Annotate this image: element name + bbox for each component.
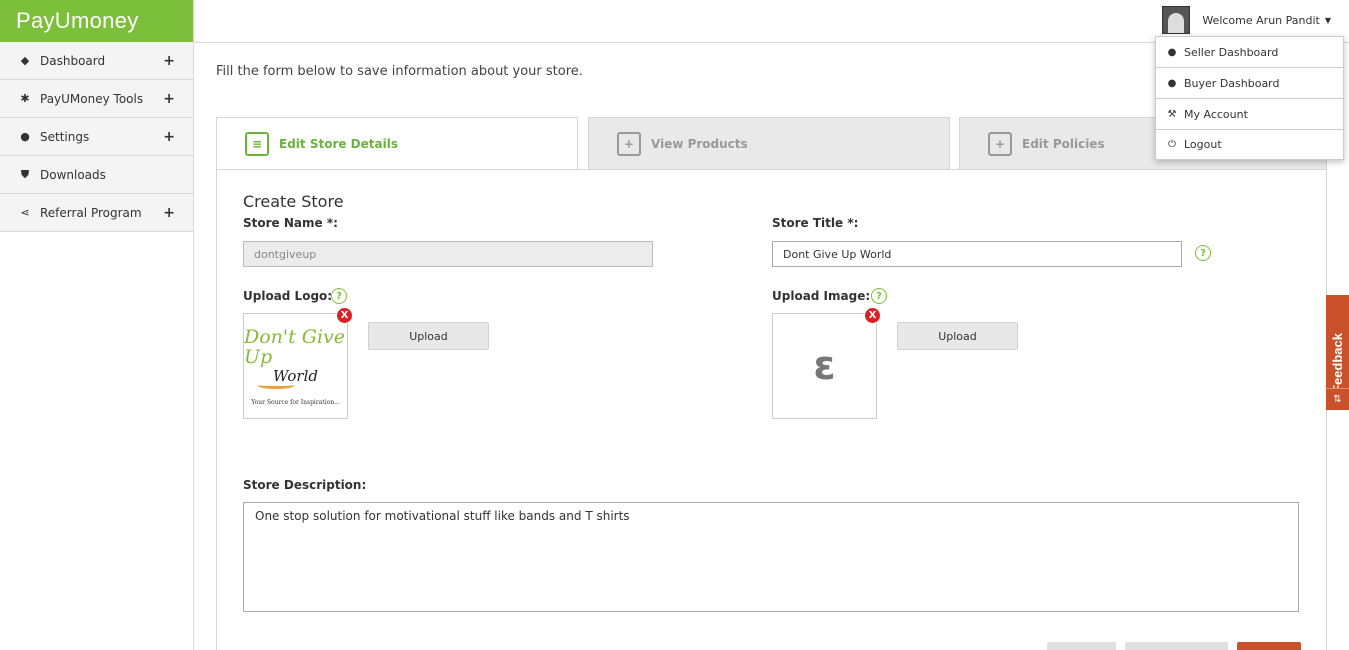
user-dropdown-menu: ● Seller Dashboard ● Buyer Dashboard ⚒ M… bbox=[1155, 36, 1344, 160]
avatar[interactable] bbox=[1162, 6, 1191, 34]
expand-icon[interactable]: + bbox=[163, 91, 175, 107]
store-name-input[interactable] bbox=[243, 241, 653, 267]
sidebar-item-downloads[interactable]: ⛊ Downloads bbox=[0, 156, 193, 194]
menu-item-seller-dashboard[interactable]: ● Seller Dashboard bbox=[1156, 37, 1343, 68]
menu-item-label: Logout bbox=[1184, 138, 1222, 151]
menu-item-my-account[interactable]: ⚒ My Account bbox=[1156, 99, 1343, 130]
tag-icon: ◆ bbox=[20, 54, 30, 67]
expand-icon[interactable]: + bbox=[163, 129, 175, 145]
action-button-1[interactable] bbox=[1047, 642, 1116, 650]
intro-text: Fill the form below to save information … bbox=[216, 64, 583, 79]
image-preview: ε bbox=[772, 313, 877, 419]
tab-edit-store-details[interactable]: ≡ Edit Store Details bbox=[216, 117, 578, 171]
logo-preview: Don't Give Up World Your Source for Insp… bbox=[243, 313, 348, 419]
action-button-primary[interactable] bbox=[1237, 642, 1301, 650]
upload-logo-label: Upload Logo: bbox=[243, 289, 333, 303]
logo-swoosh-graphic bbox=[256, 381, 295, 389]
store-name-label: Store Name *: bbox=[243, 216, 338, 230]
upload-logo-button[interactable]: Upload bbox=[368, 322, 489, 350]
seller-icon: ● bbox=[1167, 46, 1177, 58]
feedback-settings-icon[interactable]: ⇅ bbox=[1326, 388, 1349, 410]
caret-down-icon: ▼ bbox=[1324, 15, 1331, 25]
share-icon: ⋖ bbox=[20, 206, 30, 219]
power-icon: ⏻ bbox=[1168, 139, 1176, 150]
payumoney-logo[interactable]: PayU money bbox=[0, 0, 193, 42]
sidebar-item-label: Downloads bbox=[40, 167, 106, 182]
store-title-input[interactable] bbox=[772, 241, 1182, 267]
sidebar-item-dashboard[interactable]: ◆ Dashboard + bbox=[0, 42, 193, 80]
tab-label: Edit Policies bbox=[1022, 136, 1105, 151]
store-form-panel: Create Store Store Name *: Store Title *… bbox=[216, 169, 1327, 650]
document-icon: + bbox=[988, 131, 1012, 156]
sidebar-item-payumoney-tools[interactable]: ✱ PayUMoney Tools + bbox=[0, 80, 193, 118]
store-description-label: Store Description: bbox=[243, 478, 367, 492]
store-description-textarea[interactable]: One stop solution for motivational stuff… bbox=[243, 502, 1299, 612]
sidebar-item-label: Referral Program bbox=[40, 205, 142, 220]
logo-text-a: PayU bbox=[16, 8, 71, 33]
help-icon[interactable]: ? bbox=[331, 288, 347, 304]
tab-label: Edit Store Details bbox=[279, 137, 398, 151]
menu-item-label: Buyer Dashboard bbox=[1184, 76, 1280, 90]
tab-label: View Products bbox=[651, 136, 748, 151]
image-placeholder-icon: ε bbox=[813, 343, 836, 389]
upload-image-label: Upload Image: bbox=[772, 289, 871, 303]
remove-logo-icon[interactable]: X bbox=[336, 307, 353, 324]
help-icon[interactable]: ? bbox=[1195, 245, 1211, 261]
wrench-icon: ⚒ bbox=[1167, 108, 1177, 120]
menu-item-logout[interactable]: ⏻ Logout bbox=[1156, 130, 1343, 159]
logo-preview-line1: Don't Give Up bbox=[244, 325, 346, 368]
menu-item-label: My Account bbox=[1184, 107, 1248, 121]
cart-icon: + bbox=[617, 131, 641, 156]
store-title-label: Store Title *: bbox=[772, 216, 859, 230]
shield-icon: ⛊ bbox=[20, 167, 30, 181]
user-menu-toggle[interactable]: Welcome Arun Pandit ▼ bbox=[1162, 6, 1331, 34]
tools-icon: ✱ bbox=[20, 92, 30, 105]
sidebar-item-settings[interactable]: ● Settings + bbox=[0, 118, 193, 156]
sidebar-item-label: Settings bbox=[40, 129, 90, 144]
action-button-2[interactable] bbox=[1125, 642, 1228, 650]
welcome-text: Welcome Arun Pandit bbox=[1202, 13, 1320, 27]
logo-text-b: money bbox=[71, 8, 139, 33]
logo-preview-line3: Your Source for Inspiration... bbox=[251, 398, 340, 406]
sidebar: PayU money ◆ Dashboard + ✱ PayUMoney Tool… bbox=[0, 0, 194, 650]
expand-icon[interactable]: + bbox=[163, 205, 175, 221]
menu-item-buyer-dashboard[interactable]: ● Buyer Dashboard bbox=[1156, 68, 1343, 99]
edit-list-icon: ≡ bbox=[245, 132, 269, 156]
form-title: Create Store bbox=[243, 192, 344, 211]
upload-image-button[interactable]: Upload bbox=[897, 322, 1018, 350]
tab-view-products[interactable]: + View Products bbox=[588, 117, 950, 170]
sidebar-item-label: PayUMoney Tools bbox=[40, 91, 144, 106]
sidebar-item-label: Dashboard bbox=[40, 53, 106, 68]
expand-icon[interactable]: + bbox=[163, 53, 175, 69]
remove-image-icon[interactable]: X bbox=[864, 307, 881, 324]
menu-item-label: Seller Dashboard bbox=[1184, 45, 1279, 59]
sidebar-item-referral-program[interactable]: ⋖ Referral Program + bbox=[0, 194, 193, 232]
help-icon[interactable]: ? bbox=[871, 288, 887, 304]
user-icon: ● bbox=[20, 130, 30, 143]
buyer-icon: ● bbox=[1167, 77, 1177, 89]
